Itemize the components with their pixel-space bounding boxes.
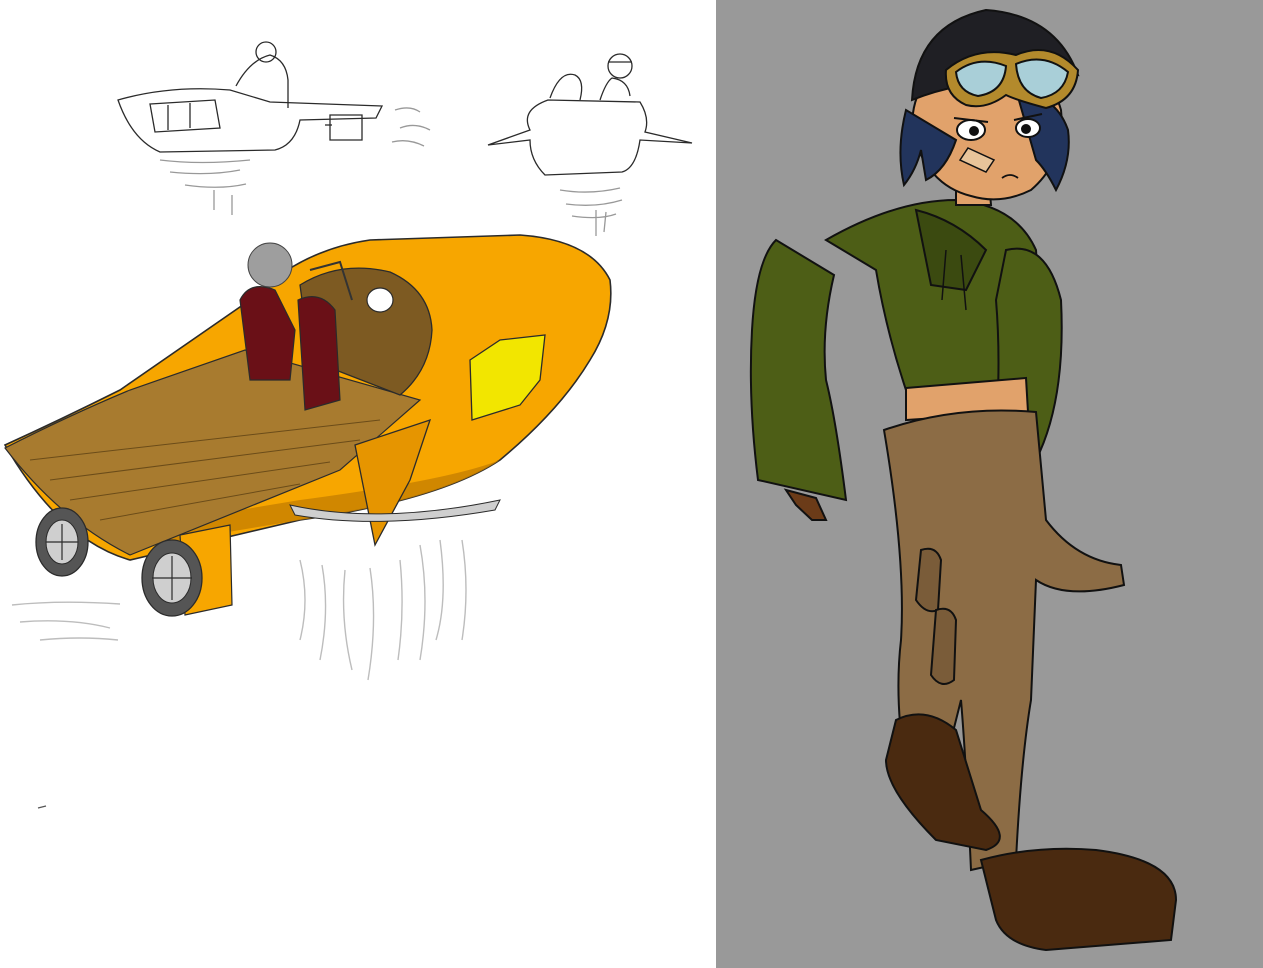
- rear-fan-left: [35, 507, 89, 577]
- vehicle-sketch-panel: [0, 0, 716, 968]
- pilot-character-drawing: [716, 0, 1263, 968]
- artwork-canvas: [0, 0, 1263, 968]
- vehicle-sketch-drawing: [0, 0, 716, 968]
- character-design-panel: [716, 0, 1263, 968]
